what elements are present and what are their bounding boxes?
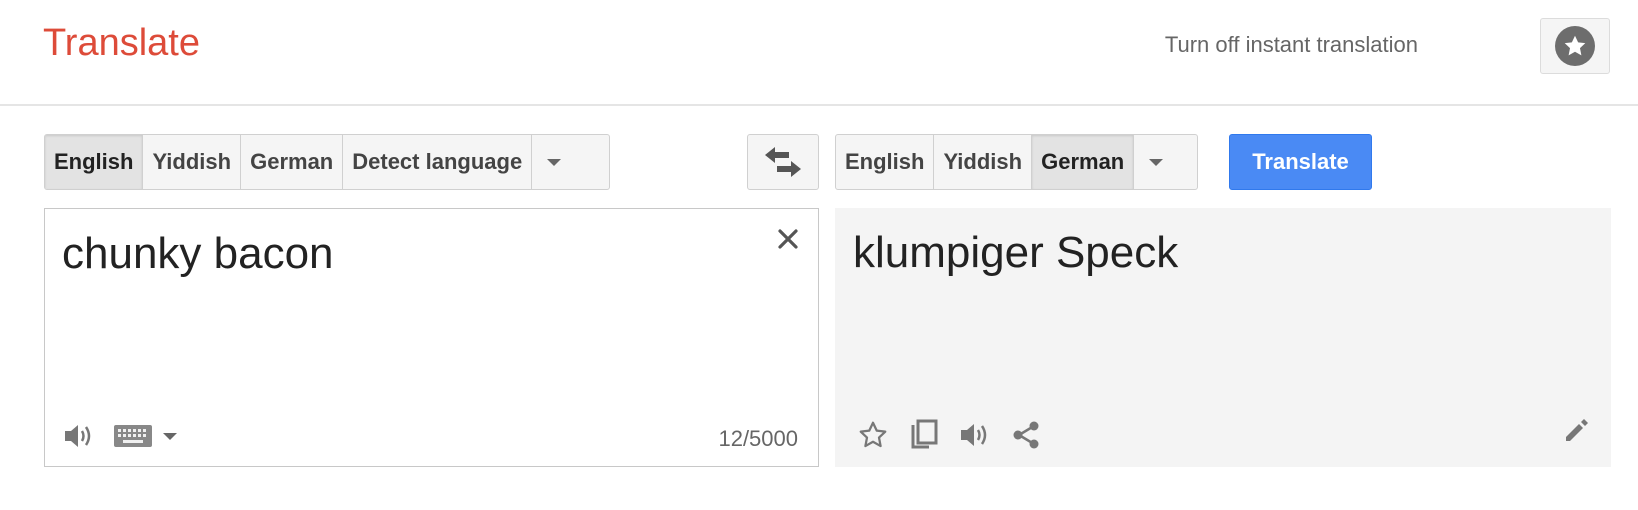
close-icon xyxy=(778,229,798,249)
swap-languages-button[interactable] xyxy=(747,134,819,190)
source-lang-detect[interactable]: Detect language xyxy=(343,135,533,189)
header-bar: Translate Turn off instant translation xyxy=(0,0,1638,106)
character-counter: 12/5000 xyxy=(718,426,798,451)
swap-arrows-icon xyxy=(765,147,801,177)
instant-translation-toggle-link[interactable]: Turn off instant translation xyxy=(1165,32,1418,58)
copy-icon[interactable] xyxy=(909,419,939,451)
translation-output-text: klumpiger Speck xyxy=(853,228,1179,277)
target-lang-english[interactable]: English xyxy=(836,135,935,189)
app-logo-title[interactable]: Translate xyxy=(43,22,200,65)
translate-button[interactable]: Translate xyxy=(1229,134,1372,190)
output-toolbar xyxy=(857,419,1041,451)
target-language-dropdown[interactable] xyxy=(1134,135,1178,189)
source-lang-german[interactable]: German xyxy=(241,135,344,189)
target-lang-german[interactable]: German xyxy=(1032,135,1135,189)
pencil-icon[interactable] xyxy=(1563,416,1591,449)
keyboard-icon[interactable] xyxy=(113,423,153,449)
source-lang-english[interactable]: English xyxy=(45,135,144,189)
chevron-down-icon xyxy=(1149,158,1164,166)
share-icon[interactable] xyxy=(1011,420,1041,450)
source-language-dropdown[interactable] xyxy=(532,135,576,189)
phrasebook-button[interactable] xyxy=(1540,18,1610,74)
star-outline-icon[interactable] xyxy=(857,419,889,451)
target-language-bar: English Yiddish German xyxy=(835,134,1198,190)
source-text-input[interactable]: chunky bacon xyxy=(62,229,722,279)
translation-output-box: klumpiger Speck xyxy=(835,208,1611,467)
chevron-down-icon[interactable] xyxy=(163,432,177,440)
target-lang-yiddish[interactable]: Yiddish xyxy=(934,135,1033,189)
clear-source-button[interactable] xyxy=(770,221,806,257)
source-language-bar: English Yiddish German Detect language xyxy=(44,134,610,190)
source-toolbar xyxy=(63,422,177,450)
speaker-icon[interactable] xyxy=(63,422,95,450)
chevron-down-icon xyxy=(547,158,562,166)
star-icon xyxy=(1555,26,1595,66)
speaker-icon[interactable] xyxy=(959,421,991,449)
source-lang-yiddish[interactable]: Yiddish xyxy=(143,135,242,189)
source-text-box: chunky bacon 12/5000 xyxy=(44,208,819,467)
